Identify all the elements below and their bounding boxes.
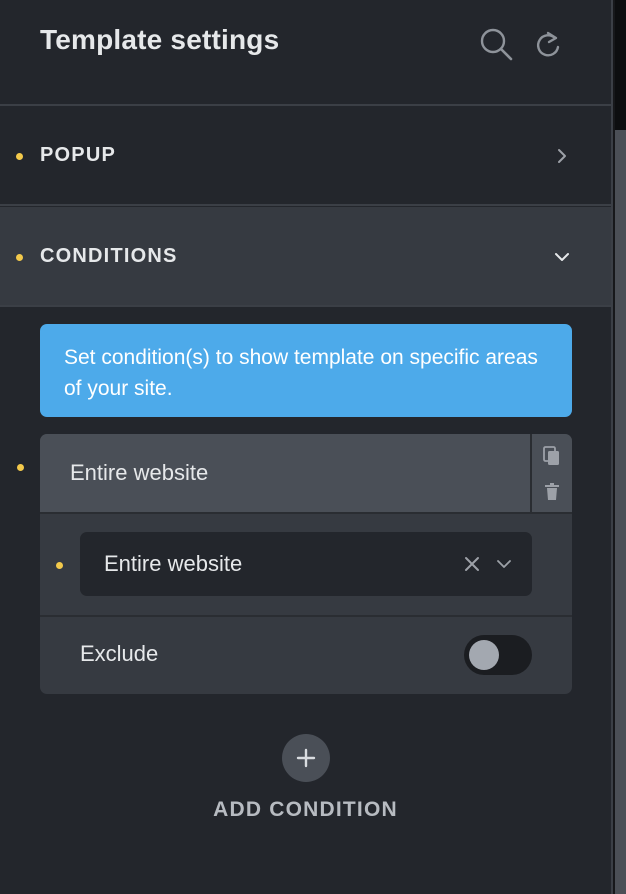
trash-icon[interactable] xyxy=(532,474,572,510)
exclude-toggle[interactable] xyxy=(464,635,532,675)
exclude-label: Exclude xyxy=(80,641,159,666)
exclude-row: Exclude xyxy=(40,617,572,694)
add-condition-button[interactable] xyxy=(282,734,330,782)
scrollbar-track-lower xyxy=(615,130,626,894)
section-popup[interactable]: POPUP xyxy=(0,106,611,206)
condition-select-row: Entire website xyxy=(40,514,572,617)
panel-header: Template settings xyxy=(0,0,611,106)
close-icon[interactable] xyxy=(460,552,484,576)
condition-select-value: Entire website xyxy=(104,551,243,576)
condition-select[interactable]: Entire website xyxy=(80,532,532,596)
condition-title: Entire website xyxy=(70,460,209,485)
template-settings-panel: Template settings POPUP CONDITIONS Set c… xyxy=(0,0,611,894)
panel-title: Template settings xyxy=(40,24,280,55)
chevron-down-icon xyxy=(550,245,574,269)
section-popup-label: POPUP xyxy=(40,144,117,166)
search-icon[interactable] xyxy=(478,26,514,62)
conditions-info-message: Set condition(s) to show template on spe… xyxy=(40,324,572,417)
scrollbar-thumb[interactable] xyxy=(615,0,626,130)
section-conditions[interactable]: CONDITIONS xyxy=(0,207,611,307)
indicator-dot xyxy=(56,562,63,569)
plus-icon xyxy=(296,748,316,768)
condition-card: Entire website Entire website Exclude xyxy=(40,434,572,694)
toggle-knob xyxy=(469,640,499,670)
chevron-right-icon xyxy=(550,144,574,168)
refresh-icon[interactable] xyxy=(530,26,566,62)
add-condition-label[interactable]: ADD CONDITION xyxy=(0,798,611,822)
indicator-dot xyxy=(16,254,23,261)
condition-actions xyxy=(530,434,572,514)
indicator-dot xyxy=(17,464,24,471)
condition-card-header[interactable]: Entire website xyxy=(40,434,530,514)
section-conditions-label: CONDITIONS xyxy=(40,245,178,267)
duplicate-icon[interactable] xyxy=(532,438,572,474)
indicator-dot xyxy=(16,153,23,160)
scrollbar[interactable] xyxy=(611,0,626,894)
chevron-down-icon[interactable] xyxy=(492,552,516,576)
